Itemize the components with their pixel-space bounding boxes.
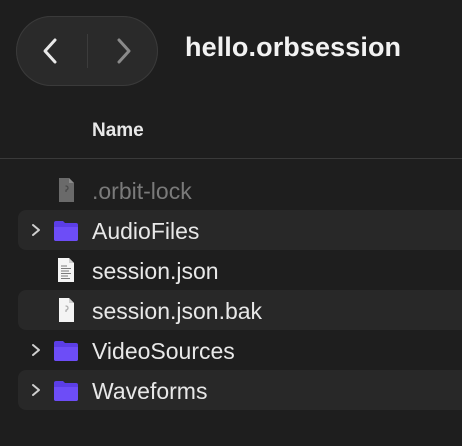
list-item[interactable]: .orbit-lock <box>0 170 462 210</box>
name-column-header[interactable]: Name <box>92 120 144 142</box>
generic-file-icon <box>59 298 74 322</box>
file-name: VideoSources <box>92 338 235 364</box>
chevron-left-icon <box>43 38 57 64</box>
disclosure-triangle-icon[interactable] <box>28 382 44 398</box>
header-separator <box>0 158 462 159</box>
forward-button[interactable] <box>88 16 158 86</box>
file-name: Waveforms <box>92 378 208 404</box>
disclosure-triangle-icon[interactable] <box>28 222 44 238</box>
window-title: hello.orbsession <box>185 32 402 62</box>
folder-icon <box>54 381 78 401</box>
list-item[interactable]: session.json <box>0 250 462 290</box>
column-header-row: Name <box>0 110 462 156</box>
folder-icon <box>54 221 78 241</box>
list-item[interactable]: Waveforms <box>0 370 462 410</box>
text-file-icon <box>58 258 74 282</box>
file-name: AudioFiles <box>92 218 200 244</box>
folder-icon <box>54 341 78 361</box>
list-item[interactable]: AudioFiles <box>0 210 462 250</box>
file-name: session.json <box>92 258 219 284</box>
navigation-button-group <box>16 16 158 86</box>
finder-window: hello.orbsession Name .orbit-lock AudioF… <box>0 0 462 446</box>
chevron-right-icon <box>117 38 131 64</box>
disclosure-triangle-icon[interactable] <box>28 342 44 358</box>
file-name: session.json.bak <box>92 298 263 324</box>
list-item[interactable]: session.json.bak <box>0 290 462 330</box>
file-list: .orbit-lock AudioFiles session.json sess… <box>0 170 462 410</box>
back-button[interactable] <box>16 16 86 86</box>
list-item[interactable]: VideoSources <box>0 330 462 370</box>
generic-file-icon <box>59 178 74 202</box>
titlebar: hello.orbsession <box>0 0 462 102</box>
file-name: .orbit-lock <box>92 178 192 204</box>
